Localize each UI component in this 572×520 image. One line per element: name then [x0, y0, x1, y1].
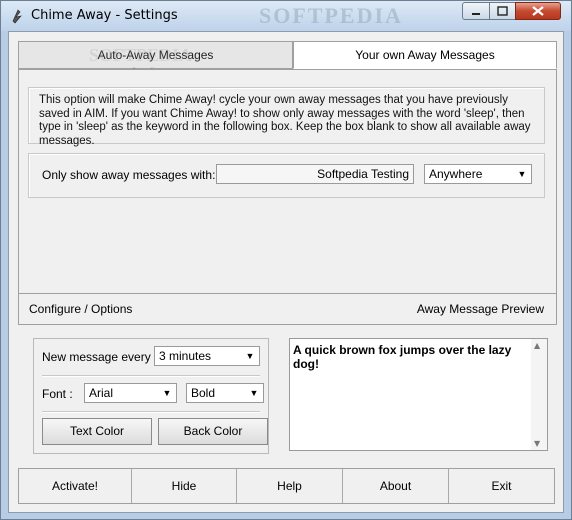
client-area: Auto-Away Messages SOFTPEDIA Your own Aw…	[8, 31, 564, 513]
keyword-input[interactable]: Softpedia Testing	[216, 164, 414, 184]
font-style-select[interactable]: Bold ▼	[186, 383, 264, 403]
preview-text: A quick brown fox jumps over the lazy do…	[293, 343, 512, 371]
watermark: SOFTPEDIA	[259, 3, 403, 28]
tab-panel: This option will make Chime Away! cycle …	[18, 69, 557, 319]
maximize-button[interactable]	[489, 2, 516, 20]
tab-label: Your own Away Messages	[355, 48, 495, 62]
font-select[interactable]: Arial ▼	[84, 383, 177, 403]
window-title: Chime Away - Settings	[31, 8, 178, 23]
description-text: This option will make Chime Away! cycle …	[28, 87, 545, 147]
close-button[interactable]	[515, 2, 561, 20]
scroll-down-icon[interactable]: ▼	[534, 439, 540, 448]
exit-button[interactable]: Exit	[449, 469, 554, 503]
tab-your-own-away-messages[interactable]: Your own Away Messages	[293, 41, 557, 69]
chevron-down-icon[interactable]: ▼	[243, 349, 257, 363]
chevron-down-icon[interactable]: ▼	[160, 386, 174, 400]
settings-window: Chime Away - Settings SOFTPEDIA Auto-Awa…	[0, 0, 572, 520]
filter-group: Only show away messages with: Softpedia …	[28, 153, 545, 198]
text-color-button[interactable]: Text Color	[42, 418, 152, 445]
interval-select[interactable]: 3 minutes ▼	[154, 346, 260, 366]
preview-box[interactable]: A quick brown fox jumps over the lazy do…	[289, 338, 548, 451]
close-icon	[532, 6, 544, 16]
filter-label: Only show away messages with:	[42, 168, 216, 182]
maximize-icon	[497, 6, 508, 16]
font-value: Arial	[89, 386, 114, 400]
minimize-icon	[472, 13, 480, 15]
title-bar[interactable]: Chime Away - Settings SOFTPEDIA	[1, 1, 571, 31]
back-color-button[interactable]: Back Color	[158, 418, 268, 445]
about-button[interactable]: About	[343, 469, 449, 503]
divider	[42, 411, 260, 413]
tab-label: Auto-Away Messages	[97, 48, 214, 62]
help-button[interactable]: Help	[237, 469, 343, 503]
minimize-button[interactable]	[462, 2, 490, 20]
activate-button[interactable]: Activate!	[19, 469, 132, 503]
chevron-down-icon[interactable]: ▼	[515, 167, 529, 181]
tab-strip: Auto-Away Messages SOFTPEDIA Your own Aw…	[18, 41, 557, 69]
scroll-up-icon[interactable]: ▲	[534, 341, 540, 350]
preview-label: Away Message Preview	[416, 302, 544, 316]
divider	[42, 375, 260, 377]
hide-button[interactable]: Hide	[132, 469, 237, 503]
chevron-down-icon[interactable]: ▼	[247, 386, 261, 400]
match-mode-value: Anywhere	[429, 167, 483, 181]
font-label: Font :	[42, 387, 73, 401]
match-mode-select[interactable]: Anywhere ▼	[424, 164, 532, 184]
font-style-value: Bold	[191, 386, 216, 400]
interval-label: New message every :	[42, 350, 158, 364]
chime-app-icon	[12, 9, 22, 24]
options-group: New message every : 3 minutes ▼ Font : A…	[33, 338, 269, 454]
configure-options-label: Configure / Options	[29, 302, 133, 316]
section-bar: Configure / Options Away Message Preview	[18, 293, 557, 325]
interval-value: 3 minutes	[159, 349, 212, 363]
action-bar: Activate! Hide Help About Exit	[18, 468, 555, 504]
tab-auto-away-messages[interactable]: Auto-Away Messages SOFTPEDIA	[18, 41, 293, 69]
preview-scrollbar[interactable]: ▲ ▼	[531, 339, 547, 450]
